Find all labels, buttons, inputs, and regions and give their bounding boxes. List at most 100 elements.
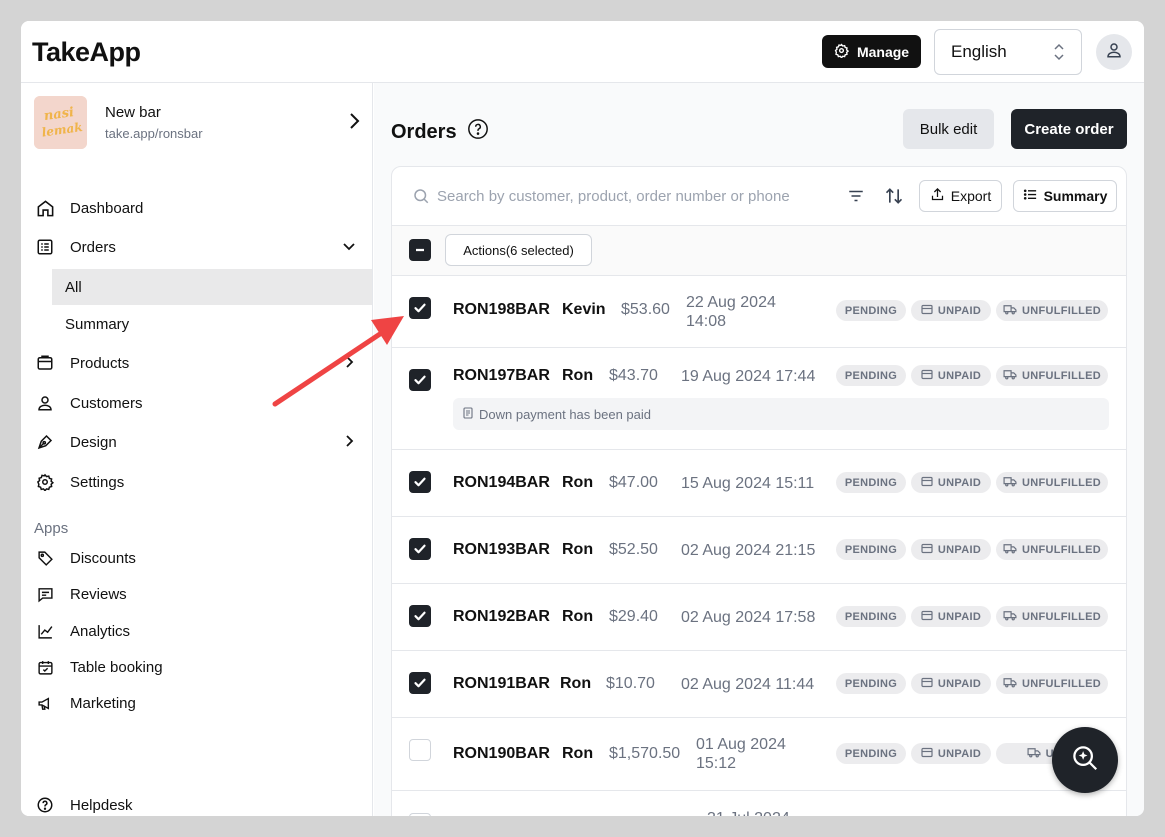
orders-card: Export Summary Actions(6 selected) RON19… — [391, 166, 1127, 816]
order-checkbox[interactable] — [409, 471, 431, 493]
orders-icon — [35, 237, 55, 257]
calendar-icon — [35, 657, 55, 677]
select-all-checkbox[interactable] — [409, 239, 431, 261]
order-date: 01 Aug 2024 15:12 — [696, 735, 786, 773]
user-avatar[interactable] — [1096, 34, 1132, 70]
sidebar-item-discounts[interactable]: Discounts — [35, 540, 371, 576]
order-row[interactable]: RON193BAR Ron $52.50 02 Aug 2024 21:15 PENDI… — [392, 517, 1126, 584]
payment-badge-label: UNPAID — [937, 610, 982, 623]
order-row[interactable]: RON192BAR Ron $29.40 02 Aug 2024 17:58 PENDI… — [392, 584, 1126, 651]
fulfillment-badge: UNFULFILLED — [996, 606, 1108, 627]
fulfillment-badge: UNFULFILLED — [996, 472, 1108, 493]
order-time-line: 15:12 — [696, 755, 737, 772]
credit-card-icon — [921, 747, 933, 761]
manage-label: Manage — [856, 43, 910, 60]
order-number: RON194BAR — [453, 474, 550, 491]
fulfillment-badge-label: UNFULFILLED — [1021, 369, 1102, 382]
order-checkbox[interactable] — [409, 739, 431, 761]
credit-card-icon — [921, 610, 933, 624]
sidebar-subitem-all[interactable]: All — [52, 269, 372, 305]
sparkle-search-icon — [1070, 743, 1100, 778]
order-checkbox[interactable] — [409, 605, 431, 627]
export-label: Export — [950, 188, 992, 204]
payment-badge-label: UNPAID — [937, 677, 982, 690]
sidebar-item-products[interactable]: Products — [35, 345, 371, 381]
order-date: 02 Aug 2024 11:44 — [681, 675, 814, 694]
export-button[interactable]: Export — [919, 180, 1002, 212]
app-window: TakeApp Manage English nasi lemak New ba… — [21, 21, 1144, 816]
sidebar-item-dashboard[interactable]: Dashboard — [35, 190, 371, 226]
payment-badge-label: UNPAID — [937, 304, 982, 317]
sidebar-item-label: Dashboard — [70, 199, 144, 217]
sidebar-item-label: Design — [70, 433, 117, 451]
order-row[interactable]: RON197BAR Ron $43.70 19 Aug 2024 17:44 PENDI… — [392, 348, 1126, 450]
order-row[interactable]: RON191BAR Ron $10.70 02 Aug 2024 11:44 PENDI… — [392, 651, 1126, 718]
order-note-text: Down payment has been paid — [479, 406, 652, 422]
payment-badge: UNPAID — [911, 365, 991, 386]
truck-icon — [1003, 677, 1017, 691]
fulfillment-badge: UNFULFILLED — [996, 673, 1108, 694]
status-badge-label: PENDING — [844, 543, 898, 556]
sidebar: nasi lemak New bar take.app/ronsbar Dash… — [21, 83, 373, 816]
tag-icon — [35, 548, 55, 568]
order-row[interactable]: RON190BAR Ron $1,570.50 01 Aug 2024 15:12 PEN… — [392, 718, 1126, 791]
bulk-edit-button[interactable]: Bulk edit — [903, 109, 994, 149]
order-customer: Kevin — [562, 301, 606, 318]
help-icon — [35, 795, 55, 815]
order-row[interactable]: RON198BAR Kevin $53.60 22 Aug 2024 14:08 PEND… — [392, 276, 1126, 348]
sidebar-item-marketing[interactable]: Marketing — [35, 685, 371, 721]
app-logo[interactable]: TakeApp — [32, 37, 141, 68]
assistant-fab-button[interactable] — [1052, 727, 1118, 793]
summary-label: Summary — [1043, 188, 1108, 204]
truck-icon — [1027, 747, 1041, 761]
search-input[interactable] — [437, 185, 817, 207]
order-checkbox[interactable] — [409, 813, 431, 816]
sidebar-item-helpdesk[interactable]: Helpdesk — [35, 787, 371, 816]
order-date-line: 31 Jul 2024 — [707, 809, 790, 816]
sidebar-item-table-booking[interactable]: Table booking — [35, 649, 371, 685]
order-customer: Ron — [562, 367, 594, 384]
sidebar-item-orders[interactable]: Orders — [35, 229, 371, 265]
help-icon[interactable] — [467, 118, 489, 146]
status-badge: PENDING — [836, 300, 906, 321]
status-badge-label: PENDING — [844, 304, 898, 317]
language-select[interactable]: English — [934, 29, 1082, 75]
sidebar-item-analytics[interactable]: Analytics — [35, 613, 371, 649]
sidebar-subitem-summary[interactable]: Summary — [52, 306, 372, 342]
order-row[interactable]: RON194BAR Ron $47.00 15 Aug 2024 15:11 PENDI… — [392, 450, 1126, 517]
user-icon — [1105, 41, 1123, 64]
sidebar-item-settings[interactable]: Settings — [35, 464, 371, 500]
order-row[interactable]: 31 Jul 2024 — [392, 791, 1126, 816]
order-checkbox[interactable] — [409, 369, 431, 391]
order-date: 22 Aug 2024 14:08 — [686, 293, 776, 331]
sort-icon[interactable] — [884, 186, 904, 211]
sidebar-item-customers[interactable]: Customers — [35, 385, 371, 421]
sidebar-item-label: Discounts — [70, 549, 136, 567]
apps-section-label: Apps — [34, 520, 69, 537]
order-checkbox[interactable] — [409, 672, 431, 694]
sidebar-item-reviews[interactable]: Reviews — [35, 576, 371, 612]
actions-dropdown-button[interactable]: Actions(6 selected) — [445, 234, 592, 266]
order-date-line: 19 Aug 2024 17:44 — [681, 368, 816, 385]
truck-icon — [1003, 543, 1017, 557]
order-checkbox[interactable] — [409, 538, 431, 560]
credit-card-icon — [921, 304, 933, 318]
home-icon — [35, 198, 55, 218]
pen-icon — [35, 432, 55, 452]
chevron-down-icon — [342, 239, 356, 257]
status-badge-label: PENDING — [844, 610, 898, 623]
create-order-button[interactable]: Create order — [1011, 109, 1127, 149]
truck-icon — [1003, 476, 1017, 490]
order-amount: $52.50 — [609, 541, 658, 558]
store-switcher[interactable]: nasi lemak New bar take.app/ronsbar — [34, 96, 364, 150]
filter-icon[interactable] — [847, 187, 865, 210]
order-date-line: 22 Aug 2024 — [686, 294, 776, 311]
payment-badge: UNPAID — [911, 539, 991, 560]
top-bar: TakeApp Manage English — [21, 21, 1144, 83]
summary-button[interactable]: Summary — [1013, 180, 1117, 212]
sidebar-item-design[interactable]: Design — [35, 424, 371, 460]
manage-button[interactable]: Manage — [822, 35, 921, 68]
main-content: Orders Bulk edit Create order Search by … — [374, 83, 1144, 816]
order-checkbox[interactable] — [409, 297, 431, 319]
order-number: RON192BAR — [453, 608, 550, 625]
